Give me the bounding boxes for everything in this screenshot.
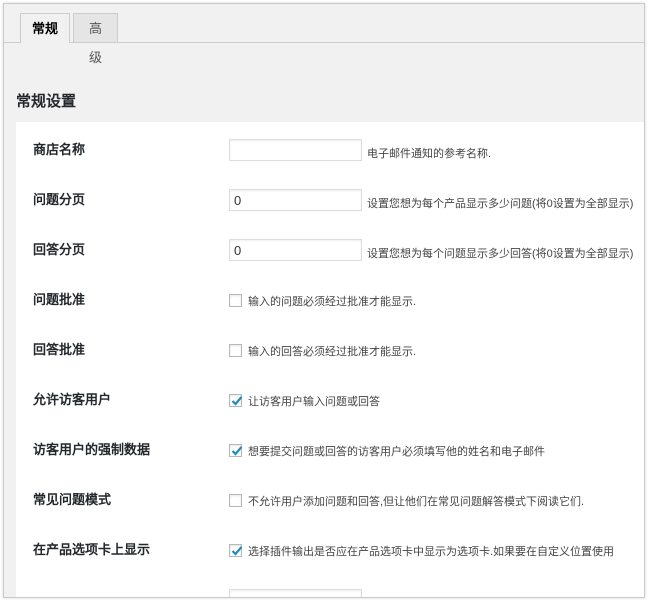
- answers-per-page-input[interactable]: [229, 239, 362, 261]
- answers-per-page-label: 回答分页: [33, 242, 86, 257]
- row-guest-required-data: 访客用户的强制数据 想要提交问题或回答的访客用户必须填写他的姓名和电子邮件: [16, 425, 644, 475]
- answer-approval-description: 输入的回答必须经过批准才能显示.: [248, 346, 417, 358]
- row-question-approval: 问题批准 输入的问题必须经过批准才能显示.: [16, 275, 644, 325]
- questions-per-page-input[interactable]: [229, 189, 362, 211]
- guest-required-data-label: 访客用户的强制数据: [33, 442, 151, 457]
- checkmark-icon: [231, 396, 243, 406]
- show-on-product-tab-label: 在产品选项卡上显示: [33, 542, 151, 557]
- partial-next-field[interactable]: [229, 589, 362, 597]
- allow-guests-description: 让访客用户输入问题或回答: [248, 396, 380, 408]
- tab-advanced[interactable]: 高级: [73, 13, 118, 65]
- questions-per-page-description: 设置您想为每个产品显示多少问题(将0设置为全部显示): [367, 198, 634, 210]
- row-answer-approval: 回答批准 输入的回答必须经过批准才能显示.: [16, 325, 644, 375]
- questions-per-page-label: 问题分页: [33, 192, 86, 207]
- checkmark-icon: [231, 546, 243, 556]
- allow-guests-label: 允许访客用户: [33, 392, 112, 407]
- settings-window: 常规 高级 常规设置 商店名称 电子邮件通知的参考名称. 问题分页 设置您想为每…: [3, 3, 645, 598]
- section-title: 常规设置: [16, 93, 77, 110]
- tab-bar: 常规 高级: [4, 4, 644, 65]
- faq-mode-description: 不允许用户添加问题和回答,但让他们在常见问题解答模式下阅读它们.: [248, 496, 585, 508]
- row-faq-mode: 常见问题模式 不允许用户添加问题和回答,但让他们在常见问题解答模式下阅读它们.: [16, 475, 644, 525]
- settings-panel: 商店名称 电子邮件通知的参考名称. 问题分页 设置您想为每个产品显示多少问题(将…: [16, 122, 644, 597]
- guest-required-data-checkbox[interactable]: [229, 444, 243, 457]
- question-approval-description: 输入的问题必须经过批准才能显示.: [248, 296, 417, 308]
- guest-required-data-description: 想要提交问题或回答的访客用户必须填写他的姓名和电子邮件: [248, 446, 545, 458]
- shop-name-label: 商店名称: [33, 142, 86, 157]
- row-answers-per-page: 回答分页 设置您想为每个问题显示多少回答(将0设置为全部显示): [16, 225, 644, 275]
- faq-mode-checkbox[interactable]: [229, 494, 242, 507]
- row-shop-name: 商店名称 电子邮件通知的参考名称.: [16, 125, 644, 175]
- row-allow-guests: 允许访客用户 让访客用户输入问题或回答: [16, 375, 644, 425]
- question-approval-label: 问题批准: [33, 292, 86, 307]
- answers-per-page-description: 设置您想为每个问题显示多少回答(将0设置为全部显示): [367, 248, 634, 260]
- answer-approval-label: 回答批准: [33, 342, 86, 357]
- question-approval-checkbox[interactable]: [229, 294, 242, 307]
- shop-name-input[interactable]: [229, 139, 362, 161]
- allow-guests-checkbox[interactable]: [229, 394, 243, 407]
- tab-general[interactable]: 常规: [20, 13, 70, 43]
- row-show-on-product-tab: 在产品选项卡上显示 选择插件输出是否应在产品选项卡中显示为选项卡.如果要在自定义…: [16, 525, 644, 575]
- faq-mode-label: 常见问题模式: [33, 492, 112, 507]
- show-on-product-tab-checkbox[interactable]: [229, 544, 243, 557]
- checkmark-icon: [231, 446, 243, 456]
- show-on-product-tab-description: 选择插件输出是否应在产品选项卡中显示为选项卡.如果要在自定义位置使用: [248, 546, 615, 558]
- answer-approval-checkbox[interactable]: [229, 344, 242, 357]
- shop-name-description: 电子邮件通知的参考名称.: [367, 148, 492, 160]
- row-questions-per-page: 问题分页 设置您想为每个产品显示多少问题(将0设置为全部显示): [16, 175, 644, 225]
